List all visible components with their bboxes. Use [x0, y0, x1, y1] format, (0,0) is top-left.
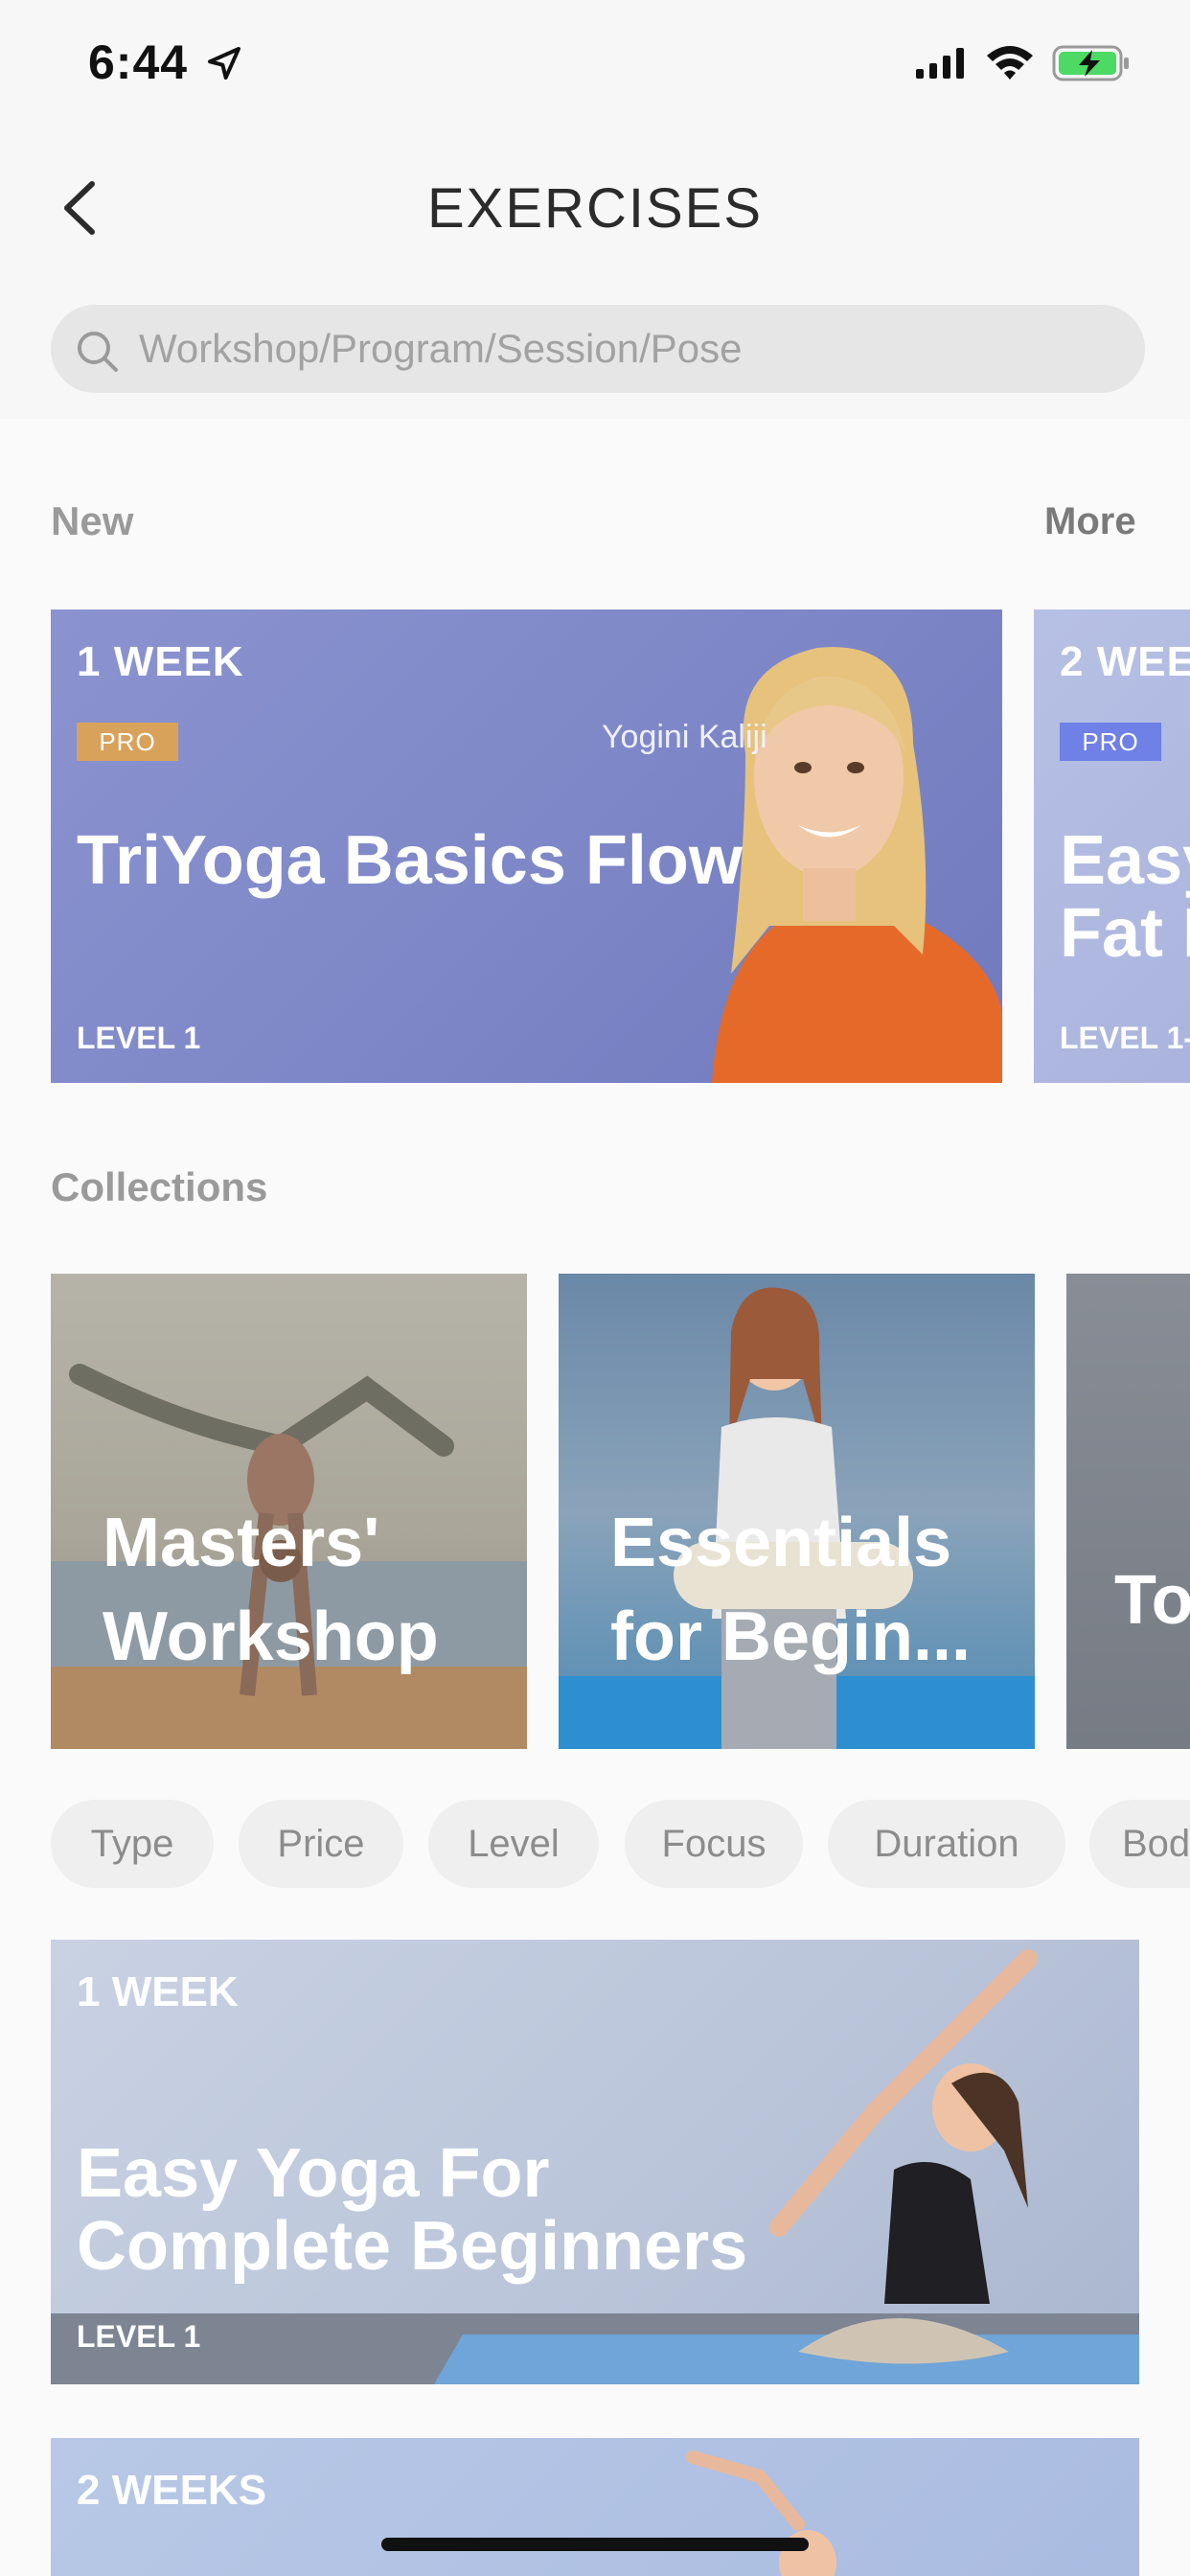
- program-card-triyoga-basics-flow[interactable]: 1 WEEK PRO Yogini Kaliji TriYoga Basics …: [51, 610, 1002, 1083]
- search-bar[interactable]: [51, 305, 1145, 393]
- filter-chip-body[interactable]: Bod: [1089, 1800, 1190, 1888]
- home-indicator[interactable]: [381, 2538, 809, 2551]
- search-icon: [78, 332, 118, 372]
- filter-chip-level[interactable]: Level: [428, 1800, 599, 1888]
- section-title-new: New: [51, 498, 134, 543]
- pro-badge: PRO: [77, 723, 178, 761]
- collection-title: Essentials for Begin...: [610, 1505, 971, 1675]
- collection-title: Masters' Workshop: [103, 1505, 439, 1675]
- section-title-collections: Collections: [51, 1164, 268, 1209]
- collection-card-masters-workshop[interactable]: Masters' Workshop: [51, 1274, 527, 1749]
- program-level: LEVEL 1: [77, 2319, 201, 2354]
- program-title: Easy Yoga For Complete Beginners: [77, 2135, 748, 2285]
- program-duration: 1 WEEK: [77, 638, 244, 685]
- instructor-name: Yogini Kaliji: [602, 719, 767, 755]
- program-level: LEVEL 1-: [1060, 1021, 1190, 1055]
- program-title: TriYoga Basics Flow: [77, 822, 743, 899]
- program-card-two-weeks[interactable]: 2 WEEKS: [51, 2438, 1139, 2576]
- status-bar: 6:44: [0, 0, 1190, 126]
- filter-chip-price[interactable]: Price: [239, 1800, 403, 1888]
- filter-chip-type[interactable]: Type: [51, 1800, 214, 1888]
- collection-card-partial[interactable]: To: [1066, 1274, 1190, 1749]
- program-duration: 1 WEEK: [77, 1968, 239, 2015]
- program-level: LEVEL 1: [77, 1021, 201, 1055]
- status-time: 6:44: [88, 35, 189, 89]
- exercises-screen: 6:44 EXERCISES Workshop/Program/Session/…: [0, 0, 1190, 2576]
- header: EXERCISES: [0, 126, 1190, 419]
- program-duration: 2 WEEKS: [77, 2467, 267, 2514]
- wifi-icon: [987, 46, 1033, 80]
- location-arrow-icon: [208, 47, 240, 80]
- program-duration: 2 WEE: [1060, 638, 1190, 685]
- page-title: EXERCISES: [427, 177, 763, 240]
- more-link[interactable]: More: [1044, 500, 1136, 543]
- filter-chip-duration[interactable]: Duration: [828, 1800, 1065, 1888]
- program-title: Easy Fat I: [1060, 822, 1190, 972]
- collection-card-essentials-for-beginners[interactable]: Essentials for Begin...: [559, 1274, 1035, 1749]
- search-input[interactable]: [139, 305, 1116, 393]
- pro-badge: PRO: [1060, 723, 1161, 761]
- collection-title: To: [1114, 1562, 1190, 1639]
- battery-charging-icon: [1052, 45, 1129, 81]
- program-card-easy-yoga-beginners[interactable]: 1 WEEK Easy Yoga For Complete Beginners …: [51, 1940, 1139, 2384]
- program-card-partial[interactable]: 2 WEE PRO Easy Fat I LEVEL 1-: [1034, 610, 1190, 1083]
- cellular-signal-icon: [916, 48, 964, 79]
- filter-chip-focus[interactable]: Focus: [625, 1800, 803, 1888]
